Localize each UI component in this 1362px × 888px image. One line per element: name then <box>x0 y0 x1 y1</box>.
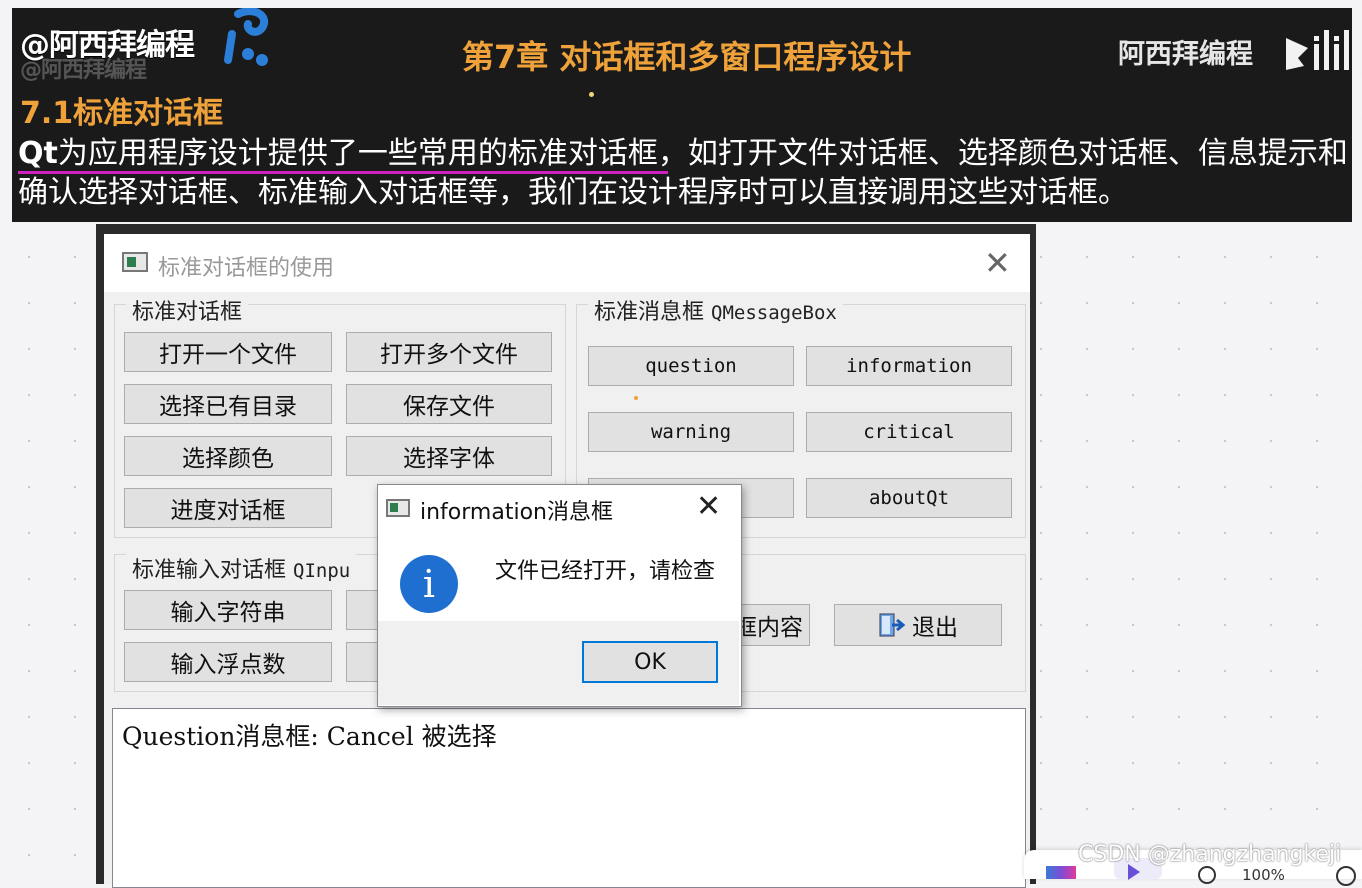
aboutqt-button[interactable]: aboutQt <box>806 478 1012 518</box>
paragraph-lead: Qt <box>18 136 58 171</box>
input-double-button[interactable]: 输入浮点数 <box>124 642 332 682</box>
std-dialog-group-title: 标准对话框 <box>126 294 249 326</box>
select-dir-button[interactable]: 选择已有目录 <box>124 384 332 424</box>
video-banner: @阿西拜编程 @阿西拜编程 第7章 对话框和多窗口程序设计 阿西拜编程 7.1标… <box>12 8 1352 222</box>
open-file-button[interactable]: 打开一个文件 <box>124 332 332 372</box>
bilibili-logo <box>1286 30 1349 70</box>
input-title-text: 标准输入对话框 <box>132 558 287 583</box>
input-group-title: 标准输入对话框 QInpu <box>126 552 357 584</box>
msgbox-title-class: QMessageBox <box>711 302 837 324</box>
dialog-close-icon[interactable]: ✕ <box>696 489 721 524</box>
msgbox-title-text: 标准消息框 <box>594 300 705 325</box>
warning-button[interactable]: warning <box>588 412 794 452</box>
info-icon: i <box>400 555 458 613</box>
exit-label: 退出 <box>912 615 958 641</box>
app-logo-icon[interactable] <box>1046 866 1076 879</box>
section-title: 7.1标准对话框 <box>20 96 224 131</box>
dialog-message: 文件已经打开，请检查 <box>495 559 716 584</box>
zoom-level: 100% <box>1242 866 1285 884</box>
csdn-watermark: CSDN @zhangzhangkeji <box>1078 842 1342 867</box>
progress-dialog-button[interactable]: 进度对话框 <box>124 488 332 528</box>
close-icon[interactable]: ✕ <box>984 244 1011 282</box>
save-file-button[interactable]: 保存文件 <box>346 384 552 424</box>
dialog-footer: OK <box>378 621 739 705</box>
exit-door-icon <box>879 613 906 637</box>
ok-button[interactable]: OK <box>582 641 718 683</box>
info-circle-icon[interactable] <box>1336 866 1356 886</box>
critical-button[interactable]: critical <box>806 412 1012 452</box>
cursor-dot <box>634 396 638 400</box>
dialog-window-icon <box>386 499 410 517</box>
warning-label: warning <box>650 421 732 443</box>
highlight-underline <box>18 171 668 174</box>
input-title-class: QInpu <box>293 560 351 582</box>
select-color-button[interactable]: 选择颜色 <box>124 436 332 476</box>
information-button[interactable]: information <box>806 346 1012 386</box>
app-window-icon <box>122 252 148 272</box>
watermark-left-reflection: @阿西拜编程 <box>20 58 147 83</box>
output-textarea[interactable]: Question消息框: Cancel 被选择 <box>112 708 1026 888</box>
watermark-right: 阿西拜编程 <box>1118 39 1253 70</box>
window-title: 标准对话框的使用 <box>158 256 335 281</box>
logo-note-icon <box>224 8 268 66</box>
chapter-title: 第7章 对话框和多窗口程序设计 <box>462 38 912 76</box>
title-bar[interactable]: 标准对话框的使用 ✕ <box>104 234 1030 292</box>
output-text: Question消息框: Cancel 被选择 <box>122 722 497 751</box>
input-string-button[interactable]: 输入字符串 <box>124 590 332 630</box>
decor-dot <box>589 92 594 97</box>
select-font-button[interactable]: 选择字体 <box>346 436 552 476</box>
dialog-title: information消息框 <box>420 500 613 525</box>
information-dialog: information消息框 ✕ i 文件已经打开，请检查 OK <box>377 484 742 707</box>
zoom-icon[interactable] <box>1198 866 1216 884</box>
open-files-button[interactable]: 打开多个文件 <box>346 332 552 372</box>
msgbox-group-title: 标准消息框 QMessageBox <box>588 294 843 326</box>
question-button[interactable]: question <box>588 346 794 386</box>
exit-button[interactable]: 退出 <box>834 604 1002 646</box>
